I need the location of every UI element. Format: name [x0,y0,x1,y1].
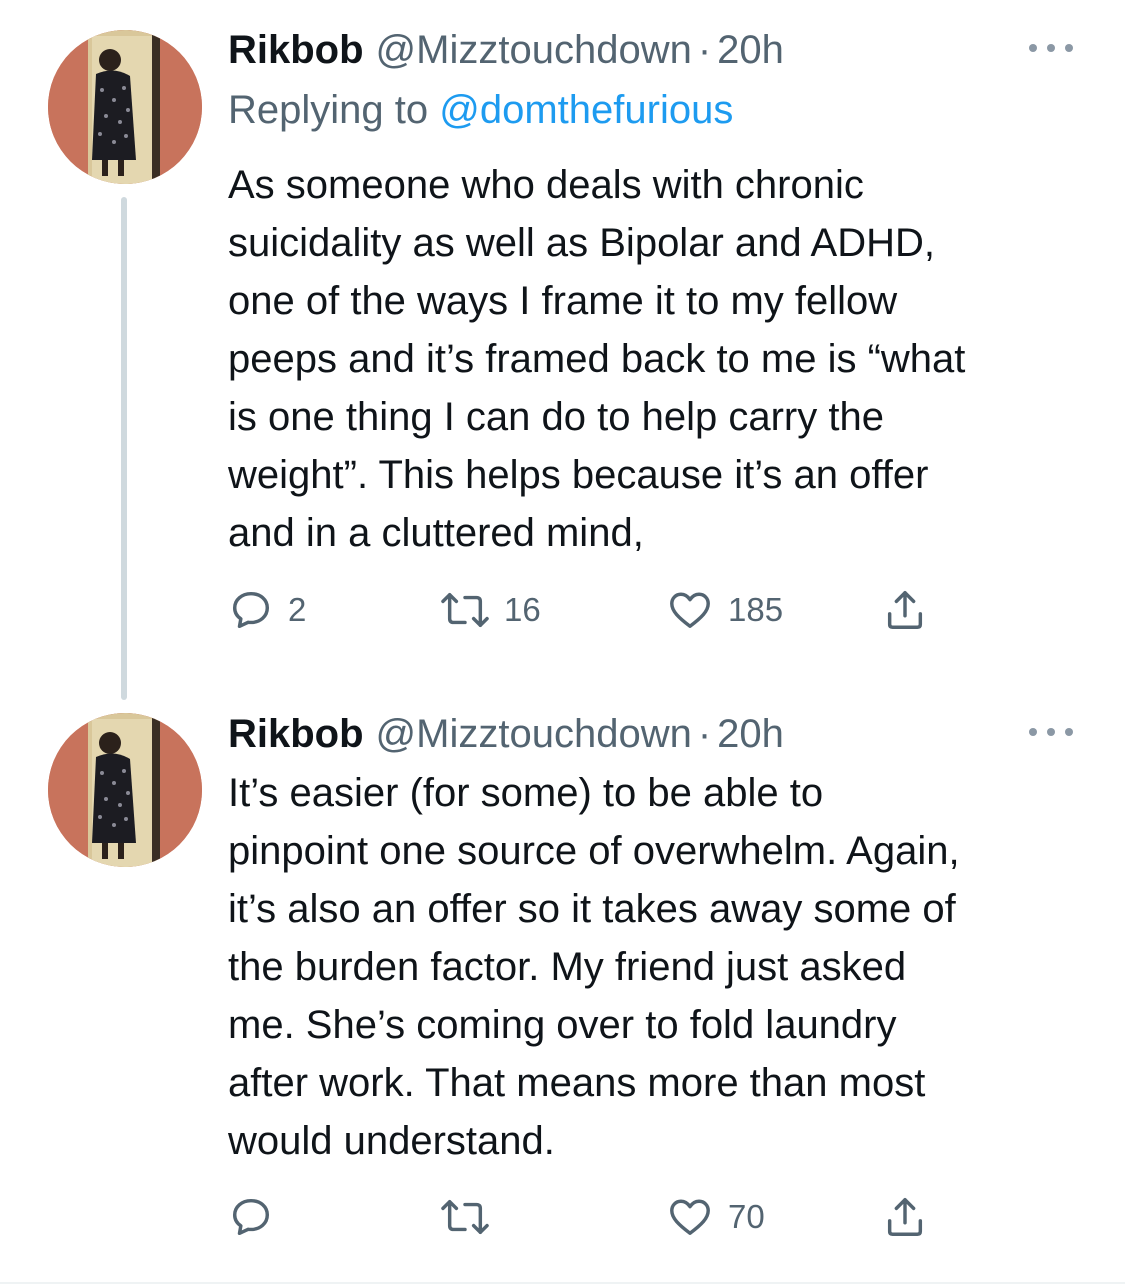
like-count: 70 [728,1198,765,1235]
share-button[interactable] [882,1192,928,1242]
tweet[interactable]: Rikbob @Mizztouchdown · 20h Replying to … [0,0,1125,700]
retweet-arrows-icon [441,1199,489,1235]
separator-dot: · [697,712,712,756]
retweet-button[interactable]: 16 [440,585,541,635]
tweet-actions: 70 [228,1192,948,1242]
tweet-actions: 2 16 185 [228,585,948,635]
retweet-button[interactable] [440,1192,504,1242]
retweet-count: 16 [504,591,541,628]
thread-connector-line [121,197,127,700]
like-button[interactable]: 185 [666,585,783,635]
author-name[interactable]: Rikbob [228,25,364,75]
speech-bubble-icon [232,1198,270,1236]
retweet-arrows-icon [441,592,489,628]
tweet-text: It’s easier (for some) to be able to pin… [228,771,960,1163]
reply-button[interactable] [228,1192,288,1242]
like-count: 185 [728,591,784,628]
tweet[interactable]: Rikbob @Mizztouchdown · 20h It’s easier … [0,700,1125,1284]
avatar-photo [48,713,202,867]
avatar[interactable] [48,30,202,184]
more-horizontal-icon[interactable] [1029,38,1073,58]
share-upload-icon [887,591,923,629]
tweet-header: Rikbob @Mizztouchdown · 20h [228,709,784,759]
reply-button[interactable]: 2 [228,585,306,635]
replying-to: Replying to @domthefurious [228,85,733,135]
share-button[interactable] [882,585,928,635]
replying-to-mention[interactable]: @domthefurious [439,88,733,132]
reply-count: 2 [288,591,307,628]
tweet-text: As someone who deals with chronic suicid… [228,163,966,555]
speech-bubble-icon [232,591,270,629]
avatar[interactable] [48,713,202,867]
tweet-time[interactable]: 20h [717,709,784,759]
author-handle[interactable]: @Mizztouchdown [376,709,692,759]
like-button[interactable]: 70 [666,1192,765,1242]
avatar-photo [48,30,202,184]
author-name[interactable]: Rikbob [228,709,364,759]
replying-to-label: Replying to [228,88,429,132]
heart-outline-icon [670,1199,710,1236]
tweet-time[interactable]: 20h [717,25,784,75]
share-upload-icon [887,1198,923,1236]
heart-outline-icon [670,592,710,629]
tweet-header: Rikbob @Mizztouchdown · 20h [228,25,784,75]
author-handle[interactable]: @Mizztouchdown [376,25,692,75]
separator-dot: · [697,28,712,72]
more-horizontal-icon[interactable] [1029,722,1073,742]
